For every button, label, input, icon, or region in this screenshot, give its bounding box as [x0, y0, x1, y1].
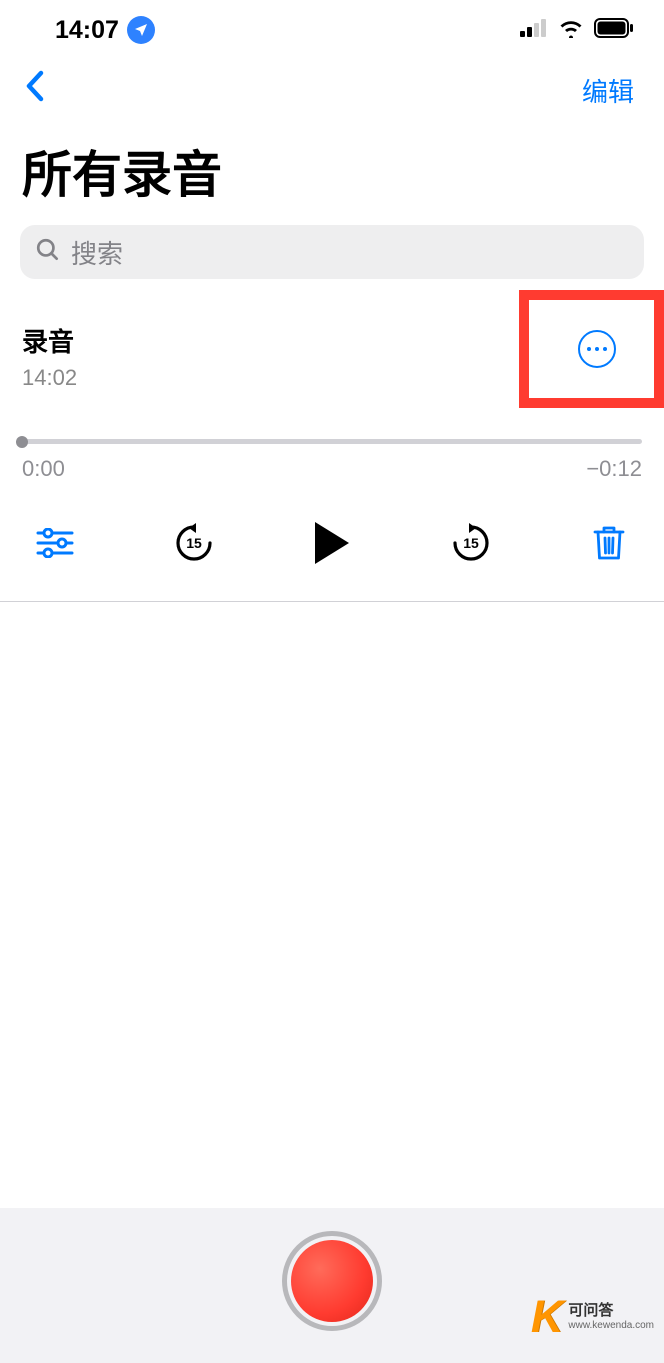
search-input[interactable]: 搜索: [20, 225, 644, 279]
skip-back-button[interactable]: 15: [172, 521, 216, 565]
slider-track: [22, 439, 642, 444]
wifi-icon: [558, 18, 584, 43]
watermark-logo: K: [531, 1291, 564, 1343]
highlight-annotation: [519, 290, 664, 408]
status-left: 14:07: [55, 16, 155, 45]
watermark-text: 可问答 www.kewenda.com: [568, 1302, 654, 1332]
recording-item[interactable]: 录音 14:02: [0, 297, 664, 391]
battery-icon: [594, 18, 634, 43]
search-icon: [35, 237, 61, 268]
skip-forward-button[interactable]: 15: [449, 521, 493, 565]
divider: [0, 601, 664, 602]
location-icon: [127, 16, 155, 44]
status-bar: 14:07: [0, 0, 664, 60]
play-button[interactable]: [312, 520, 352, 566]
playback-slider[interactable]: 0:00 −0:12: [22, 439, 642, 482]
page-title: 所有录音: [0, 120, 664, 225]
more-icon: [587, 347, 591, 351]
time-labels: 0:00 −0:12: [22, 456, 642, 482]
signal-icon: [520, 19, 548, 42]
status-time: 14:07: [55, 16, 119, 45]
elapsed-time: 0:00: [22, 456, 65, 482]
delete-button[interactable]: [589, 523, 629, 563]
watermark-url: www.kewenda.com: [568, 1320, 654, 1332]
playback-controls: 15 15: [0, 482, 664, 601]
edit-button[interactable]: 编辑: [572, 67, 644, 114]
search-placeholder: 搜索: [71, 234, 123, 271]
record-button[interactable]: [282, 1231, 382, 1331]
more-button[interactable]: [578, 330, 616, 368]
slider-thumb[interactable]: [16, 436, 28, 448]
more-icon: [603, 347, 607, 351]
recording-header: 录音 14:02: [22, 322, 642, 391]
watermark-name: 可问答: [568, 1302, 654, 1320]
svg-text:15: 15: [463, 535, 479, 551]
remaining-time: −0:12: [586, 456, 642, 482]
nav-bar: 编辑: [0, 60, 664, 120]
watermark: K 可问答 www.kewenda.com: [531, 1291, 654, 1343]
svg-text:15: 15: [186, 535, 202, 551]
back-button[interactable]: [20, 64, 50, 117]
settings-button[interactable]: [35, 523, 75, 563]
record-icon: [291, 1240, 373, 1322]
status-right: [520, 18, 634, 43]
more-icon: [595, 347, 599, 351]
